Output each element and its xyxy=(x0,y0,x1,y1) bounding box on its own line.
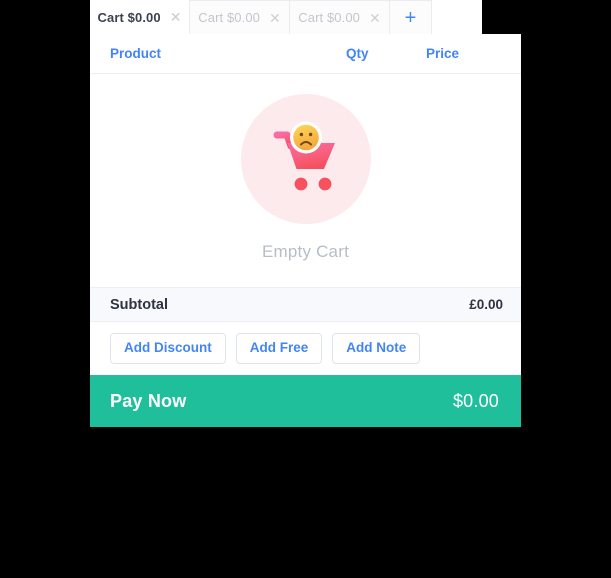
close-icon[interactable]: ✕ xyxy=(170,10,182,24)
pay-now-amount: $0.00 xyxy=(452,390,499,411)
pay-now-button[interactable]: Pay Now $0.00 xyxy=(90,375,521,427)
close-icon[interactable]: ✕ xyxy=(269,11,281,25)
cart-tab-1-label: Cart $0.00 xyxy=(97,9,161,25)
column-header-product: Product xyxy=(110,46,162,61)
close-icon[interactable]: ✕ xyxy=(369,11,381,25)
add-note-button[interactable]: Add Note xyxy=(332,333,421,364)
column-header-price: Price xyxy=(426,46,460,61)
add-free-button[interactable]: Add Free xyxy=(235,333,323,364)
empty-cart-icon xyxy=(240,93,371,224)
add-discount-button[interactable]: Add Discount xyxy=(110,333,226,364)
cart-tab-2-label: Cart $0.00 xyxy=(198,10,260,25)
cart-tab-bar: Cart $0.00 ✕ Cart $0.00 ✕ Cart $0.00 ✕ + xyxy=(90,0,482,34)
subtotal-label: Subtotal xyxy=(110,296,168,313)
cart-tab-2[interactable]: Cart $0.00 ✕ xyxy=(190,0,290,34)
cart-actions-row: Add Discount Add Free Add Note xyxy=(90,322,521,375)
cart-panel: Product Qty Price Empty Cart Subtotal £0… xyxy=(90,34,521,427)
plus-icon: + xyxy=(404,6,417,29)
column-header-qty: Qty xyxy=(346,46,369,61)
cart-tab-3-label: Cart $0.00 xyxy=(298,10,360,25)
cart-tab-3[interactable]: Cart $0.00 ✕ xyxy=(290,0,390,34)
cart-column-headers: Product Qty Price xyxy=(90,34,521,74)
pay-now-label: Pay Now xyxy=(110,390,187,411)
cart-tab-1[interactable]: Cart $0.00 ✕ xyxy=(90,0,190,34)
empty-cart-message: Empty Cart xyxy=(261,241,350,261)
subtotal-value: £0.00 xyxy=(469,297,503,312)
add-cart-tab-button[interactable]: + xyxy=(390,0,432,34)
subtotal-row: Subtotal £0.00 xyxy=(90,287,521,322)
shopping-cart-sad-icon xyxy=(273,121,335,190)
empty-cart-state: Empty Cart xyxy=(90,74,521,287)
